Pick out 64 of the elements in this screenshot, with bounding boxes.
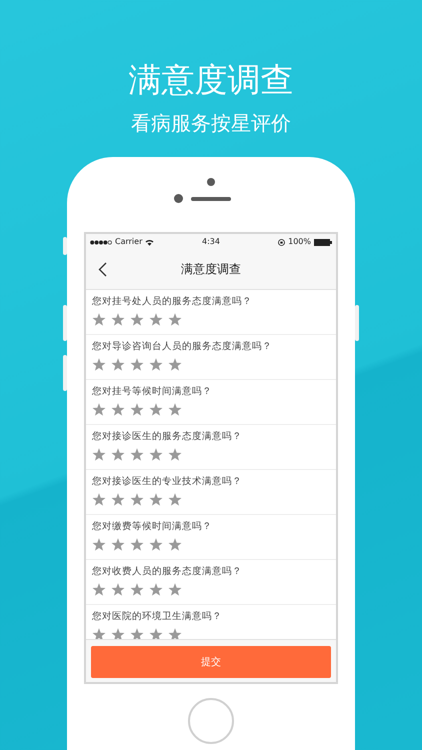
star-icon[interactable]	[111, 448, 125, 461]
question-text: 您对挂号处人员的服务态度满意吗？	[92, 295, 253, 309]
back-icon[interactable]	[98, 262, 107, 277]
submit-button[interactable]: 提交	[91, 646, 331, 678]
speaker-icon	[190, 196, 230, 200]
star-icon[interactable]	[168, 628, 182, 639]
subheadline: 看病服务按星评价	[131, 110, 291, 136]
star-icon[interactable]	[168, 403, 182, 416]
star-icon[interactable]	[92, 448, 106, 461]
signal-icon	[90, 240, 112, 244]
star-icon[interactable]	[92, 313, 106, 326]
star-icon[interactable]	[168, 583, 182, 596]
star-icon[interactable]	[92, 403, 106, 416]
question-text: 您对医院的环境卫生满意吗？	[92, 610, 223, 624]
star-icon[interactable]	[149, 628, 163, 639]
battery-percent: 100%	[288, 237, 311, 247]
star-icon[interactable]	[130, 358, 144, 371]
question-text: 您对收费人员的服务态度满意吗？	[92, 565, 243, 579]
star-icon[interactable]	[149, 493, 163, 506]
star-icon[interactable]	[130, 448, 144, 461]
star-icon[interactable]	[130, 538, 144, 551]
star-icon[interactable]	[168, 538, 182, 551]
star-icon[interactable]	[92, 358, 106, 371]
star-icon[interactable]	[168, 358, 182, 371]
question-text: 您对缴费等候时间满意吗？	[92, 520, 213, 534]
camera-icon	[207, 178, 215, 186]
star-icon[interactable]	[111, 403, 125, 416]
headline: 满意度调查	[128, 60, 294, 100]
sensor-icon	[174, 194, 182, 203]
star-icon[interactable]	[111, 493, 125, 506]
wifi-icon	[145, 238, 154, 246]
star-icon[interactable]	[149, 403, 163, 416]
star-icon[interactable]	[111, 538, 125, 551]
question-text: 您对接诊医生的专业技术满意吗？	[92, 475, 243, 489]
battery-icon	[314, 238, 332, 246]
star-icon[interactable]	[130, 403, 144, 416]
star-icon[interactable]	[168, 448, 182, 461]
star-icon[interactable]	[111, 313, 125, 326]
star-icon[interactable]	[149, 313, 163, 326]
star-icon[interactable]	[130, 628, 144, 639]
star-icon[interactable]	[130, 583, 144, 596]
carrier-label: Carrier	[115, 237, 142, 247]
star-icon[interactable]	[149, 358, 163, 371]
star-icon[interactable]	[149, 538, 163, 551]
star-icon[interactable]	[149, 583, 163, 596]
question-text: 您对导诊咨询台人员的服务态度满意吗？	[92, 340, 273, 354]
status-time: 4:34	[202, 237, 220, 247]
star-icon[interactable]	[111, 583, 125, 596]
star-icon[interactable]	[92, 583, 106, 596]
star-icon[interactable]	[149, 448, 163, 461]
rotation-lock-icon	[278, 238, 286, 246]
star-icon[interactable]	[168, 493, 182, 506]
star-icon[interactable]	[92, 538, 106, 551]
star-icon[interactable]	[130, 493, 144, 506]
question-text: 您对挂号等候时间满意吗？	[92, 385, 213, 399]
star-icon[interactable]	[92, 628, 106, 639]
question-text: 您对接诊医生的服务态度满意吗？	[92, 430, 243, 444]
nav-title: 满意度调查	[181, 261, 241, 278]
star-icon[interactable]	[111, 358, 125, 371]
star-icon[interactable]	[168, 313, 182, 326]
star-icon[interactable]	[111, 628, 125, 639]
star-icon[interactable]	[92, 493, 106, 506]
home-button[interactable]	[188, 698, 234, 744]
star-icon[interactable]	[130, 313, 144, 326]
